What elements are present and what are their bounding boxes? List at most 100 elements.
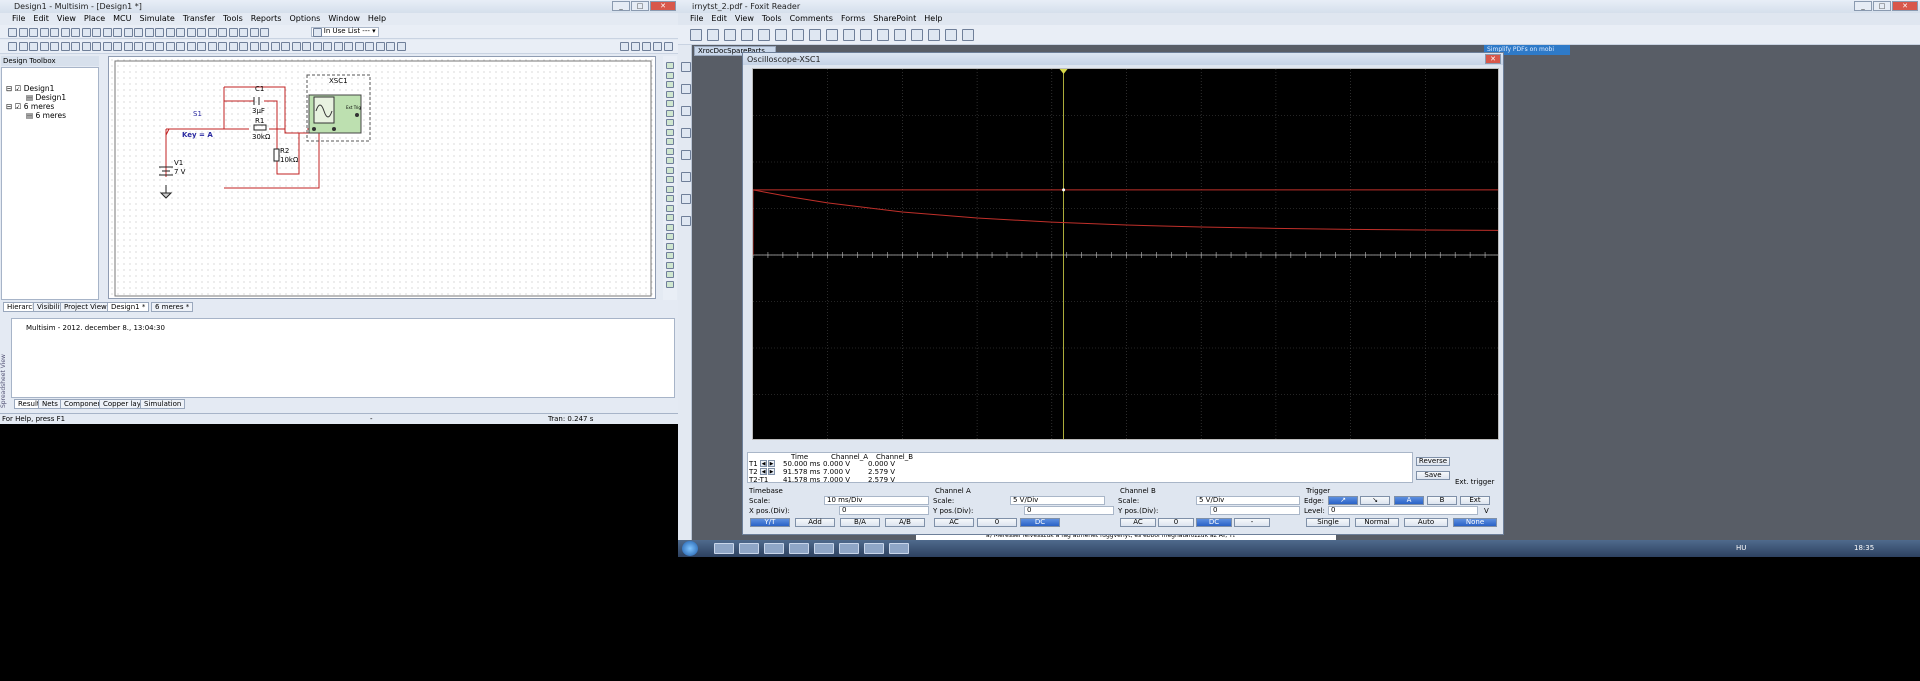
instrument-icon[interactable] [666,195,674,202]
foxit-menu-forms[interactable]: Forms [841,13,865,25]
tree-item-6-meres[interactable]: ⊟ ☑ 6 meres [6,102,54,111]
toolbar-button-icon[interactable] [270,42,280,51]
instrument-icon[interactable] [666,242,674,250]
maximize-button[interactable]: □ [631,1,649,11]
foxit-sidebar-icon[interactable] [681,62,691,72]
toolbar-button-icon[interactable] [207,42,217,51]
foxit-toolbar-icon[interactable] [792,29,804,41]
menu-view[interactable]: View [57,13,76,25]
menu-edit[interactable]: Edit [33,13,49,25]
instrument-icon[interactable] [666,90,674,98]
toolbar-button-icon[interactable] [239,42,248,51]
instrument-icon[interactable] [666,147,674,155]
menu-place[interactable]: Place [84,13,105,25]
taskbar-app-icon[interactable] [864,543,884,554]
instrument-icon[interactable] [666,128,674,136]
zoom-button-icon[interactable] [631,42,640,51]
tab-project-view[interactable]: Project View [60,302,111,312]
toolbar-button-icon[interactable] [134,28,143,37]
toolbar-button-icon[interactable] [312,42,322,51]
zoom-button-icon[interactable] [642,42,651,51]
toolbar-button-icon[interactable] [39,28,49,37]
foxit-minimize-button[interactable]: _ [1854,1,1872,11]
trigger-mode-auto-button[interactable]: Auto [1404,518,1448,527]
trigger-mode-single-button[interactable]: Single [1306,518,1350,527]
instrument-icon[interactable] [666,280,674,288]
menu-transfer[interactable]: Transfer [183,13,215,25]
toolbar-button-icon[interactable] [8,28,17,37]
timebase-scale-field[interactable]: 10 ms/Div [824,496,929,505]
taskbar-app-icon[interactable] [839,543,859,554]
toolbar-button-icon[interactable] [333,42,343,51]
tab-simulation[interactable]: Simulation [140,399,186,409]
instrument-icon[interactable] [666,223,674,231]
cursor-right-arrow-button[interactable]: ▶ [768,460,775,467]
foxit-toolbar-icon[interactable] [741,29,753,41]
instrument-icon[interactable] [666,166,674,174]
trigger-mode-normal-button[interactable]: Normal [1355,518,1399,527]
toolbar-button-icon[interactable] [81,42,91,51]
instrument-icon[interactable] [666,204,674,212]
toolbar-button-icon[interactable] [144,42,154,51]
instrument-icon[interactable] [666,176,674,183]
start-button[interactable] [682,541,698,556]
toolbar-button-icon[interactable] [29,28,38,37]
trigger-source-b-button[interactable]: B [1427,496,1457,505]
menu-help[interactable]: Help [368,13,386,25]
taskbar-app-icon[interactable] [814,543,834,554]
instrument-icon[interactable] [666,271,674,278]
toolbar-button-icon[interactable] [39,42,49,51]
foxit-toolbar-icon[interactable] [877,29,889,41]
toolbar-button-icon[interactable] [165,42,175,51]
menu-mcu[interactable]: MCU [113,13,131,25]
channel-b-scale-field[interactable]: 5 V/Div [1196,496,1300,505]
foxit-toolbar-icon[interactable] [945,29,957,41]
instrument-icon[interactable] [666,185,674,193]
foxit-menu-tools[interactable]: Tools [762,13,782,25]
zoom-button-icon[interactable] [653,42,662,51]
trigger-rising-edge-button[interactable]: ↗ [1328,496,1358,505]
toolbar-button-icon[interactable] [50,42,59,51]
toolbar-button-icon[interactable] [29,42,38,51]
instrument-icon[interactable] [666,109,674,117]
foxit-toolbar-icon[interactable] [809,29,821,41]
timebase-add-button[interactable]: Add [795,518,835,527]
toolbar-button-icon[interactable] [81,28,91,37]
toolbar-button-icon[interactable] [249,28,259,37]
toolbar-button-icon[interactable] [354,42,364,51]
timebase-y-t-button[interactable]: Y/T [750,518,790,527]
channel-a-ac-button[interactable]: AC [934,518,974,527]
toolbar-button-icon[interactable] [249,42,259,51]
menu-options[interactable]: Options [289,13,320,25]
close-button[interactable]: ✕ [650,1,676,11]
toolbar-button-icon[interactable] [144,28,154,37]
toolbar-button-icon[interactable] [186,28,196,37]
tree-item-design1-sheet[interactable]: ▤ Design1 [26,93,66,102]
taskbar-app-icon[interactable] [789,543,809,554]
foxit-toolbar-icon[interactable] [775,29,787,41]
toolbar-button-icon[interactable] [291,42,301,51]
instrument-icon[interactable] [666,62,674,69]
toolbar-button-icon[interactable] [8,42,17,51]
foxit-toolbar-icon[interactable] [911,29,923,41]
toolbar-button-icon[interactable] [375,42,385,51]
channel-b-ac-button[interactable]: AC [1120,518,1156,527]
foxit-menu-sharepoint[interactable]: SharePoint [873,13,916,25]
trigger-source-ext-button[interactable]: Ext [1460,496,1490,505]
menu-tools[interactable]: Tools [223,13,243,25]
foxit-sidebar-icon[interactable] [681,84,691,94]
instrument-icon[interactable] [666,157,674,164]
oscilloscope-screen[interactable] [752,68,1499,440]
toolbar-button-icon[interactable] [123,42,133,51]
zoom-button-icon[interactable] [620,42,629,51]
toolbar-button-icon[interactable] [302,42,311,51]
instrument-icon[interactable] [666,252,674,259]
taskbar-app-icon[interactable] [739,543,759,554]
toolbar-button-icon[interactable] [155,42,164,51]
tree-item-6-meres-sheet[interactable]: ▤ 6 meres [26,111,66,120]
foxit-sidebar-icon[interactable] [681,194,691,204]
toolbar-button-icon[interactable] [207,28,217,37]
trigger-mode-none-button[interactable]: None [1453,518,1497,527]
instrument-icon[interactable] [666,138,674,145]
toolbar-button-icon[interactable] [50,28,59,37]
